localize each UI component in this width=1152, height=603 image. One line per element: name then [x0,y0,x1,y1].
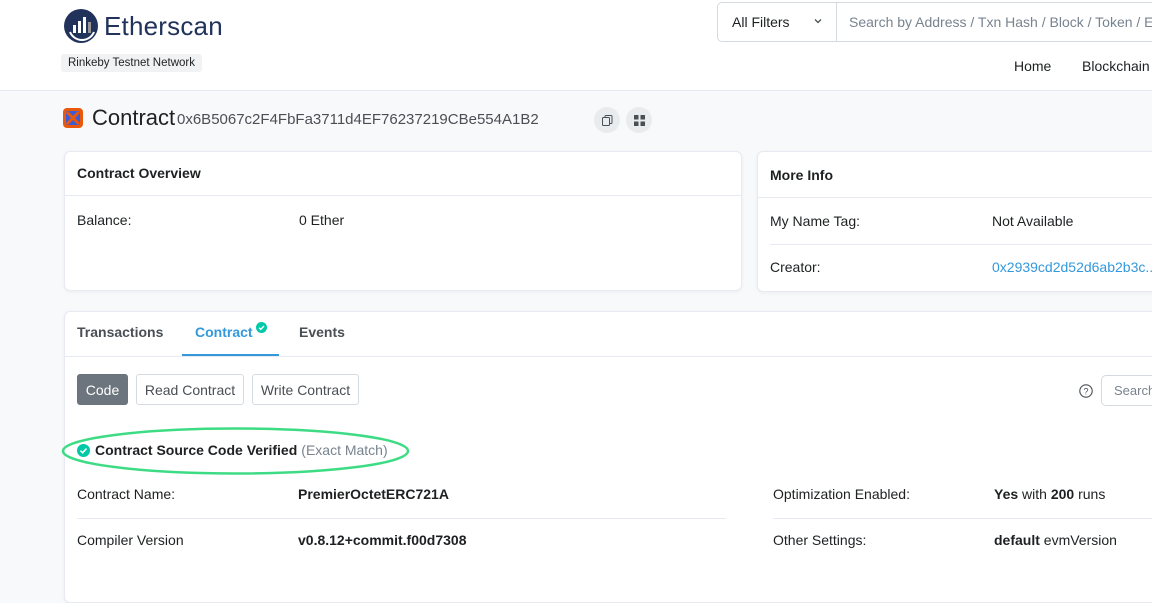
read-contract-button[interactable]: Read Contract [136,374,244,405]
tabs-divider [65,356,1152,357]
active-tab-indicator [182,354,279,356]
creator-label: Creator: [770,259,821,275]
code-button[interactable]: Code [77,374,128,405]
compiler-version-value: v0.8.12+commit.f00d7308 [298,532,467,548]
other-settings-evm: evmVersion [1043,532,1117,548]
svg-text:?: ? [1083,386,1088,396]
code-search-input[interactable] [1101,375,1152,406]
name-tag-label: My Name Tag: [770,213,860,229]
divider [770,244,1152,245]
nav-home[interactable]: Home [1014,58,1051,74]
balance-label: Balance: [77,212,132,228]
verified-check-icon [256,322,267,333]
name-tag-value: Not Available [992,213,1074,229]
source-verified-status: Contract Source Code Verified (Exact Mat… [77,442,388,458]
balance-value: 0 Ether [299,212,345,228]
optimization-runs-label: runs [1078,486,1106,502]
contract-name-label: Contract Name: [77,486,176,502]
contract-identicon-icon [63,108,83,128]
help-icon[interactable]: ? [1079,384,1093,398]
optimization-runs: 200 [1050,486,1075,502]
write-contract-button[interactable]: Write Contract [252,374,359,405]
optimization-with: with [1022,486,1047,502]
tab-contract[interactable]: Contract [195,324,253,340]
copy-icon [601,114,612,126]
site-header: Etherscan Rinkeby Testnet Network All Fi… [0,0,1152,91]
optimization-yes: Yes [994,486,1019,502]
tab-events[interactable]: Events [299,324,345,340]
contract-overview-card: Contract Overview Balance: 0 Ether [64,151,742,291]
chevron-down-icon [814,19,822,24]
optimization-value: Yes with 200 runs [994,486,1105,502]
creator-address-link[interactable]: 0x2939cd2d52d6ab2b3c... [992,259,1152,275]
other-settings-label: Other Settings: [773,532,867,548]
exact-match-text: (Exact Match) [301,442,388,458]
page-title: Contract [92,105,176,130]
search-filter-select[interactable]: All Filters [717,2,837,42]
tab-transactions[interactable]: Transactions [77,324,163,340]
copy-address-button[interactable] [594,107,620,133]
filter-label: All Filters [732,14,790,30]
card-header: Contract Overview [65,152,741,196]
network-badge: Rinkeby Testnet Network [61,54,202,72]
etherscan-logo-icon [64,9,98,43]
compiler-version-label: Compiler Version [77,532,184,548]
check-circle-icon [77,443,90,457]
other-settings-value: default evmVersion [994,532,1117,548]
divider [77,518,726,519]
card-header: More Info [758,152,1152,198]
etherscan-logo[interactable]: Etherscan [63,8,223,44]
qr-code-button[interactable] [626,107,652,133]
other-settings-default: default [994,532,1040,548]
contract-name-value: PremierOctetERC721A [298,486,449,502]
qr-code-icon [633,114,645,126]
divider [773,518,1152,519]
optimization-label: Optimization Enabled: [773,486,910,502]
logo-text: Etherscan [104,10,223,41]
nav-blockchain[interactable]: Blockchain [1082,58,1150,74]
contract-address: 0x6B5067c2F4FbFa3711d4EF76237219CBe554A1… [177,111,539,128]
verified-text: Contract Source Code Verified [95,442,298,458]
search-input[interactable] [837,2,1152,42]
more-info-card: More Info My Name Tag: Not Available Cre… [757,151,1152,292]
